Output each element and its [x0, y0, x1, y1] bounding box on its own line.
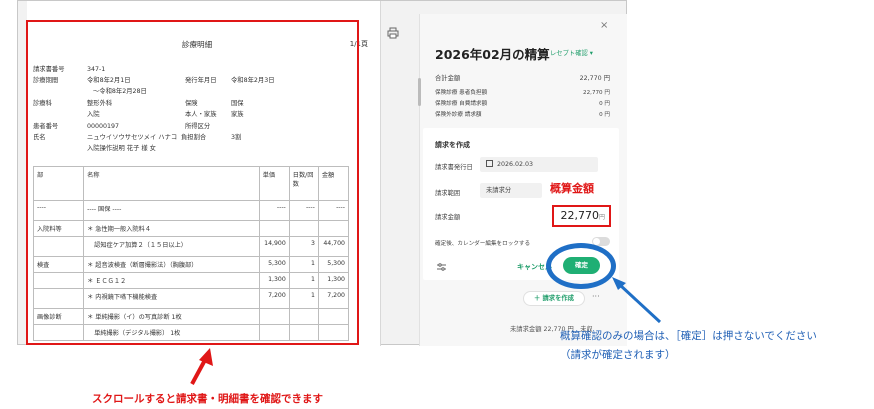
range-select[interactable]: 未請求分 [480, 183, 542, 198]
summary-patient-label: 保険診療 患者負担額 [435, 90, 488, 96]
amount-value: 22,770 [560, 209, 599, 222]
table-cell-amount: 7,200 [317, 288, 350, 309]
more-options-icon[interactable]: ··· [592, 292, 600, 301]
table-cell-amount [317, 324, 350, 341]
table-cell-price: 14,900 [258, 236, 290, 257]
table-header: 日数/回数 [288, 166, 319, 201]
amount-label: 請求金額 [435, 214, 461, 221]
amount-unit: 円 [598, 214, 605, 221]
table-cell-days [288, 324, 319, 341]
table-cell-price: 5,300 [258, 256, 290, 273]
table-row: 認知症ケア加算２（１５日以上） 14,900 3 44,700 [32, 236, 350, 257]
calendar-icon [486, 160, 493, 167]
table-cell-amount: ---- [317, 200, 350, 221]
table-cell-amount [317, 220, 350, 237]
issue-date-field[interactable]: 2026.02.03 [480, 157, 598, 172]
confirm-warning-line1: 概算確認のみの場合は、［確定］は押さないでください [560, 330, 817, 342]
table-cell-days: 1 [288, 256, 319, 273]
confirm-warning-note: 概算確認のみの場合は、［確定］は押さないでください （請求が確定されます） [560, 327, 817, 365]
table-cell-price: 1,300 [258, 272, 290, 289]
table-row: 単純撮影（デジタル撮影） 1枚 [32, 324, 350, 341]
issue-date-value: 2026.02.03 [497, 161, 534, 168]
table-cell-section [32, 272, 85, 289]
scroll-hint-note: スクロールすると請求書・明細書を確認できます [92, 393, 323, 405]
summary-patient-value: 22,770 円 [583, 90, 610, 96]
table-cell-section: ---- [32, 200, 85, 221]
red-arrow [190, 359, 207, 385]
table-row: ＊ ＥＣＧ１２ 1,300 1 1,300 [32, 272, 350, 289]
receipt-check-dropdown[interactable]: レセプト確認 ▾ [550, 48, 593, 57]
add-invoice-button[interactable]: ＋ 請求を作成 [523, 291, 585, 306]
table-cell-days [288, 220, 319, 237]
confirm-button[interactable]: 確定 [563, 257, 600, 274]
table-cell-price [258, 308, 290, 325]
table-cell-name: ＊ 超音波検査（断層撮影法）（胸腹部） [83, 256, 260, 273]
table-cell-days: ---- [288, 200, 319, 221]
table-header: 単価 [258, 166, 290, 201]
document-page-number: 1/1頁 [349, 40, 368, 48]
table-cell-price: 7,200 [258, 288, 290, 309]
table-header: 金額 [317, 166, 350, 201]
table-header-row: 部 名称 単価 日数/回数 金額 [32, 166, 350, 201]
summary-noninsured-label: 保険外診療 請求額 [435, 112, 482, 118]
table-row: ---- ---- 国保 ---- ---- ---- ---- [32, 200, 350, 221]
summary-self-value: 0 円 [599, 101, 610, 107]
table-cell-section [32, 236, 85, 257]
issue-date-label: 請求書発行日 [435, 164, 473, 171]
table-cell-price [258, 220, 290, 237]
range-label: 請求範囲 [435, 190, 461, 197]
close-icon[interactable]: × [600, 20, 608, 31]
table-cell-name: ＊ 急性期一般入院料４ [83, 220, 260, 237]
confirm-warning-line2: （請求が確定されます） [560, 349, 676, 361]
table-cell-days: 1 [288, 272, 319, 289]
table-cell-name: 単純撮影（デジタル撮影） 1枚 [83, 324, 260, 341]
table-cell-days: 3 [288, 236, 319, 257]
summary-total-label: 合計金額 [435, 75, 461, 82]
settings-icon[interactable] [437, 263, 446, 272]
table-row: 検査＊ 超音波検査（断層撮影法）（胸腹部） 5,300 1 5,300 [32, 256, 350, 273]
summary-noninsured-value: 0 円 [599, 112, 610, 118]
table-cell-days [288, 308, 319, 325]
create-invoice-title: 請求を作成 [435, 141, 470, 149]
summary-self-label: 保険診療 自費請求額 [435, 101, 488, 107]
table-cell-section: 入院料等 [32, 220, 85, 237]
panel-title: 2026年02月の精算 [435, 47, 550, 62]
table-cell-name: ＊ 単純撮影（イ）の写真診断 1枚 [83, 308, 260, 325]
table-header: 名称 [83, 166, 260, 201]
table-cell-name: ＊ ＥＣＧ１２ [83, 272, 260, 289]
print-icon[interactable] [387, 27, 399, 39]
table-cell-name: 認知症ケア加算２（１５日以上） [83, 236, 260, 257]
table-cell-amount: 5,300 [317, 256, 350, 273]
table-cell-amount: 44,700 [317, 236, 350, 257]
table-cell-section [32, 324, 85, 341]
table-cell-amount [317, 308, 350, 325]
red-arrow-head [199, 348, 213, 366]
table-row: 画像診断＊ 単純撮影（イ）の写真診断 1枚 [32, 308, 350, 325]
lock-label: 確定後、カレンダー編集をロックする [435, 241, 531, 247]
estimated-amount-callout: 概算金額 [547, 180, 597, 196]
amount-field[interactable]: 22,770円 [552, 205, 611, 227]
summary-total-value: 22,770 円 [579, 75, 610, 82]
table-cell-name: ＊ 内視鏡下嚥下機能検査 [83, 288, 260, 309]
panel-scrollbar[interactable] [418, 78, 421, 106]
table-cell-price: ---- [258, 200, 290, 221]
document-title: 診療明細 [181, 40, 213, 49]
lock-toggle[interactable] [592, 237, 610, 246]
detail-table: 部 名称 単価 日数/回数 金額 ---- ---- 国保 ---- ---- ---… [32, 166, 350, 341]
table-cell-price [258, 324, 290, 341]
table-cell-days: 1 [288, 288, 319, 309]
table-row: ＊ 内視鏡下嚥下機能検査 7,200 1 7,200 [32, 288, 350, 309]
table-cell-section: 検査 [32, 256, 85, 273]
table-cell-section [32, 288, 85, 309]
table-cell-amount: 1,300 [317, 272, 350, 289]
table-row: 入院料等＊ 急性期一般入院料４ [32, 220, 350, 237]
table-cell-name: ---- 国保 ---- [83, 200, 260, 221]
table-cell-section: 画像診断 [32, 308, 85, 325]
cancel-button[interactable]: キャンセル [517, 262, 552, 272]
table-header: 部 [32, 166, 85, 201]
